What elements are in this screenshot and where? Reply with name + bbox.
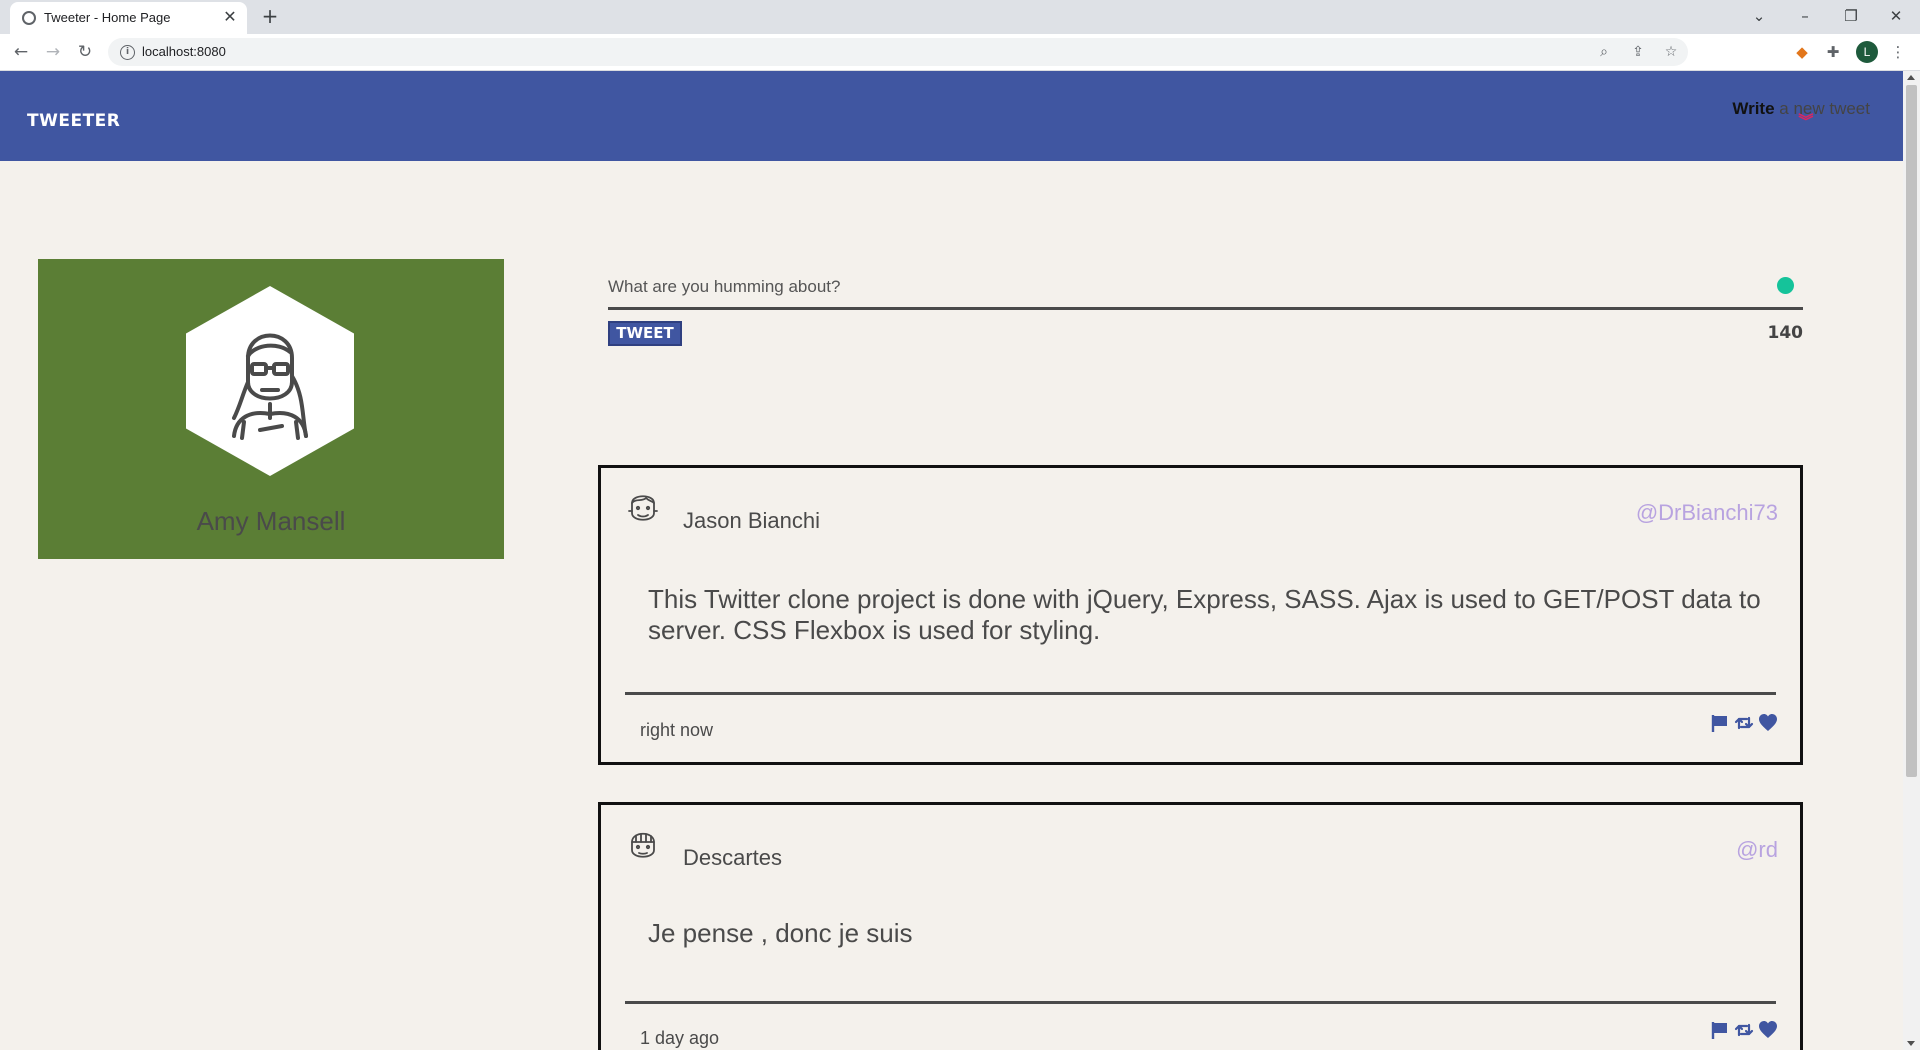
back-button[interactable]: ← [10, 41, 32, 63]
top-navbar: TWEETER Write a new tweet ︾ [0, 71, 1903, 161]
close-window-button[interactable]: ✕ [1884, 5, 1908, 27]
character-counter: 140 [1767, 323, 1804, 343]
close-tab-icon[interactable]: ✕ [221, 8, 239, 26]
tweet-card: Jason Bianchi @DrBianchi73 This Twitter … [598, 465, 1803, 765]
profile-card: Amy Mansell [38, 259, 504, 559]
tweet-divider [625, 692, 1776, 695]
extensions-icon[interactable]: ✚ [1823, 42, 1843, 62]
reload-button[interactable]: ↻ [74, 41, 96, 63]
tweet-input[interactable] [608, 266, 1803, 310]
grammarly-icon[interactable] [1777, 277, 1794, 294]
tweet-timestamp: 1 day ago [640, 1028, 720, 1048]
user-avatar-icon [628, 495, 658, 521]
scrollbar-thumb[interactable] [1906, 85, 1917, 777]
url-text[interactable]: localhost:8080 [142, 44, 226, 59]
tweet-text: This Twitter clone project is done with … [648, 584, 1761, 645]
compose-label-rest: a new tweet [1774, 99, 1870, 118]
page-scrollbar[interactable] [1903, 71, 1920, 1050]
brand-logo[interactable]: TWEETER [27, 111, 120, 131]
tab-search-icon[interactable]: ⌄ [1747, 5, 1771, 27]
tweet-author-name: Descartes [683, 845, 783, 870]
zoom-icon[interactable]: ⌕ [1595, 43, 1613, 61]
tweet-author-handle: @DrBianchi73 [1635, 500, 1778, 525]
tweet-divider [625, 1001, 1776, 1004]
browser-tabstrip: Tweeter - Home Page ✕ + ⌄ – ❐ ✕ [0, 0, 1920, 34]
restore-button[interactable]: ❐ [1839, 5, 1863, 27]
tweet-author-name: Jason Bianchi [683, 508, 820, 533]
profile-name: Amy Mansell [196, 506, 346, 536]
retweet-icon[interactable] [1734, 1020, 1754, 1040]
scroll-up-arrow-icon[interactable] [1907, 75, 1915, 80]
tweet-actions [1710, 713, 1778, 733]
profile-avatar-hexagon [186, 286, 354, 476]
tweet-button[interactable]: TWEET [608, 321, 682, 346]
menu-icon[interactable]: ⋮ [1888, 42, 1908, 62]
tweet-author-handle: @rd [1736, 837, 1778, 862]
minimize-button[interactable]: – [1793, 5, 1817, 27]
info-icon[interactable]: i [120, 45, 135, 60]
tab-title: Tweeter - Home Page [44, 10, 171, 25]
browser-tab[interactable]: Tweeter - Home Page ✕ [10, 2, 247, 34]
heart-icon[interactable] [1758, 713, 1778, 733]
write-new-tweet-toggle[interactable]: Write a new tweet ︾ [1732, 99, 1870, 129]
tweet-text: Je pense , donc je suis [648, 918, 913, 948]
flag-icon[interactable] [1710, 713, 1730, 733]
share-icon[interactable]: ⇪ [1629, 43, 1647, 61]
browser-toolbar: ← → ↻ i localhost:8080 ⌕ ⇪ ☆ ◆ ✚ L ⋮ [0, 34, 1920, 71]
flag-icon[interactable] [1710, 1020, 1730, 1040]
profile-avatar[interactable]: L [1856, 41, 1878, 63]
address-bar[interactable]: i localhost:8080 ⌕ ⇪ ☆ [108, 38, 1688, 66]
heart-icon[interactable] [1758, 1020, 1778, 1040]
retweet-icon[interactable] [1734, 713, 1754, 733]
globe-icon [22, 11, 36, 25]
bookmark-star-icon[interactable]: ☆ [1662, 43, 1680, 61]
tweet-card: Descartes @rd Je pense , donc je suis 1 … [598, 802, 1803, 1050]
user-avatar-icon [232, 333, 308, 440]
scroll-down-arrow-icon[interactable] [1907, 1041, 1915, 1046]
compose-label-strong: Write [1732, 99, 1775, 118]
tweet-timestamp: right now [640, 720, 714, 740]
double-chevron-down-icon[interactable]: ︾ [1798, 114, 1813, 129]
tweet-composer: TWEET 140 [608, 266, 1803, 386]
page-viewport: TWEETER Write a new tweet ︾ Amy Mansell … [0, 71, 1903, 1050]
new-tab-button[interactable]: + [259, 5, 281, 27]
forward-button[interactable]: → [42, 41, 64, 63]
user-avatar-icon [631, 832, 655, 858]
tweet-actions [1710, 1020, 1778, 1040]
metamask-icon[interactable]: ◆ [1792, 42, 1812, 62]
